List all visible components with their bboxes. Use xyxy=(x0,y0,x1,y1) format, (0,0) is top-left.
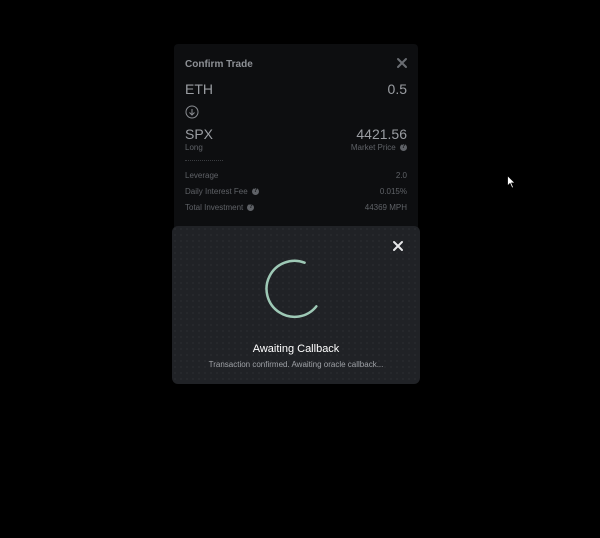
divider xyxy=(185,160,223,161)
detail-label-group: Total Investment ? xyxy=(185,203,255,212)
arrow-down-circle-icon xyxy=(185,105,199,119)
loading-spinner-icon xyxy=(264,258,326,320)
position-row: Long Market Price ? xyxy=(185,143,407,152)
total-investment-row: Total Investment ? 44369 MPH xyxy=(185,203,407,212)
detail-value: 44369 MPH xyxy=(364,203,407,212)
question-circle-icon[interactable]: ? xyxy=(251,188,259,196)
from-asset-amount: 0.5 xyxy=(387,81,407,97)
mouse-pointer-icon xyxy=(507,174,517,189)
trade-close-icon[interactable] xyxy=(395,56,409,70)
modal-close-icon[interactable] xyxy=(392,240,404,252)
question-circle-icon[interactable]: ? xyxy=(247,204,255,212)
detail-value: 2.0 xyxy=(395,171,407,180)
detail-label: Leverage xyxy=(185,171,219,180)
from-asset-row: ETH 0.5 xyxy=(185,81,407,97)
detail-value: 0.015% xyxy=(379,187,407,196)
awaiting-callback-modal: Awaiting Callback Transaction confirmed.… xyxy=(172,226,420,384)
modal-title: Awaiting Callback xyxy=(252,343,340,355)
detail-label: Total Investment xyxy=(185,203,244,212)
app-stage: Confirm Trade ETH 0.5 SPX 4421.56 Long M… xyxy=(0,0,600,538)
trade-panel-title: Confirm Trade xyxy=(185,59,253,70)
to-asset-amount: 4421.56 xyxy=(356,126,407,142)
modal-message: Transaction confirmed. Awaiting oracle c… xyxy=(208,360,384,369)
market-price-group: Market Price ? xyxy=(351,143,407,152)
market-price-label: Market Price xyxy=(350,143,396,152)
from-asset-name: ETH xyxy=(185,81,213,97)
to-asset-name: SPX xyxy=(185,126,214,142)
to-asset-row: SPX 4421.56 xyxy=(185,126,407,142)
daily-fee-row: Daily Interest Fee ? 0.015% xyxy=(185,187,407,196)
question-circle-icon[interactable]: ? xyxy=(400,144,407,152)
leverage-row: Leverage 2.0 xyxy=(185,171,407,180)
confirm-trade-panel: Confirm Trade ETH 0.5 SPX 4421.56 Long M… xyxy=(174,44,418,234)
position-label: Long xyxy=(185,143,203,152)
detail-label: Daily Interest Fee xyxy=(185,187,248,196)
detail-label-group: Daily Interest Fee ? xyxy=(185,187,259,196)
